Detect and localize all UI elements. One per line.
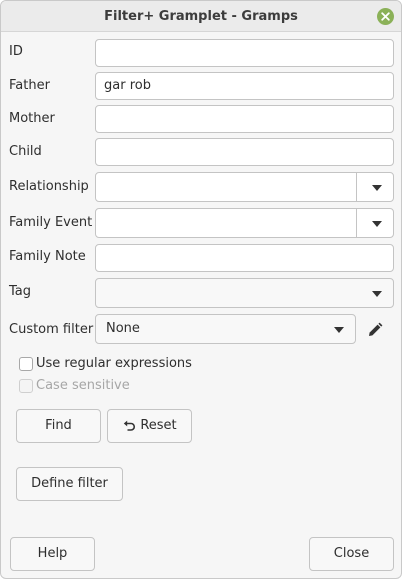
window-title: Filter+ Gramplet - Gramps xyxy=(104,9,298,24)
close-icon xyxy=(381,12,390,21)
undo-icon xyxy=(124,420,136,431)
mother-label: Mother xyxy=(9,111,55,126)
help-button[interactable]: Help xyxy=(10,537,95,571)
relationship-label: Relationship xyxy=(9,179,89,194)
child-input[interactable] xyxy=(95,138,394,166)
relationship-combo[interactable] xyxy=(95,172,394,202)
custom-filter-select[interactable]: None xyxy=(95,314,356,344)
find-button-label: Find xyxy=(45,418,72,433)
define-filter-button-label: Define filter xyxy=(31,476,108,491)
id-input[interactable] xyxy=(95,39,394,67)
close-button[interactable]: Close xyxy=(309,537,394,571)
find-button[interactable]: Find xyxy=(16,409,101,443)
tag-label: Tag xyxy=(9,284,32,299)
filter-gramplet-window: Filter+ Gramplet - Gramps ID Father gar … xyxy=(0,0,402,579)
father-input[interactable]: gar rob xyxy=(95,72,394,100)
combo-separator xyxy=(356,209,357,237)
child-label: Child xyxy=(9,144,42,159)
use-regex-checkbox[interactable] xyxy=(19,357,33,371)
custom-filter-value: None xyxy=(106,321,140,336)
family-note-input[interactable] xyxy=(95,244,394,272)
reset-button-label: Reset xyxy=(140,418,177,433)
help-button-label: Help xyxy=(37,546,68,561)
chevron-down-icon[interactable] xyxy=(372,185,382,191)
tag-select[interactable] xyxy=(95,278,394,308)
family-event-combo[interactable] xyxy=(95,208,394,238)
mother-input[interactable] xyxy=(95,105,394,133)
close-button-label: Close xyxy=(333,546,370,561)
close-window-button[interactable] xyxy=(377,8,394,25)
combo-separator xyxy=(356,173,357,201)
chevron-down-icon xyxy=(334,327,344,333)
id-label: ID xyxy=(9,44,23,59)
edit-filter-button[interactable] xyxy=(365,320,385,340)
reset-button[interactable]: Reset xyxy=(107,409,192,443)
chevron-down-icon xyxy=(372,291,382,297)
father-label: Father xyxy=(9,78,50,93)
case-sensitive-label: Case sensitive xyxy=(36,378,130,393)
pencil-icon xyxy=(369,322,383,336)
custom-filter-label: Custom filter xyxy=(9,322,94,337)
use-regex-label[interactable]: Use regular expressions xyxy=(36,355,192,373)
title-bar: Filter+ Gramplet - Gramps xyxy=(1,1,401,32)
chevron-down-icon[interactable] xyxy=(372,221,382,227)
family-note-label: Family Note xyxy=(9,249,86,264)
define-filter-button[interactable]: Define filter xyxy=(16,467,123,501)
family-event-label: Family Event xyxy=(9,215,93,230)
case-sensitive-checkbox[interactable] xyxy=(19,379,33,393)
